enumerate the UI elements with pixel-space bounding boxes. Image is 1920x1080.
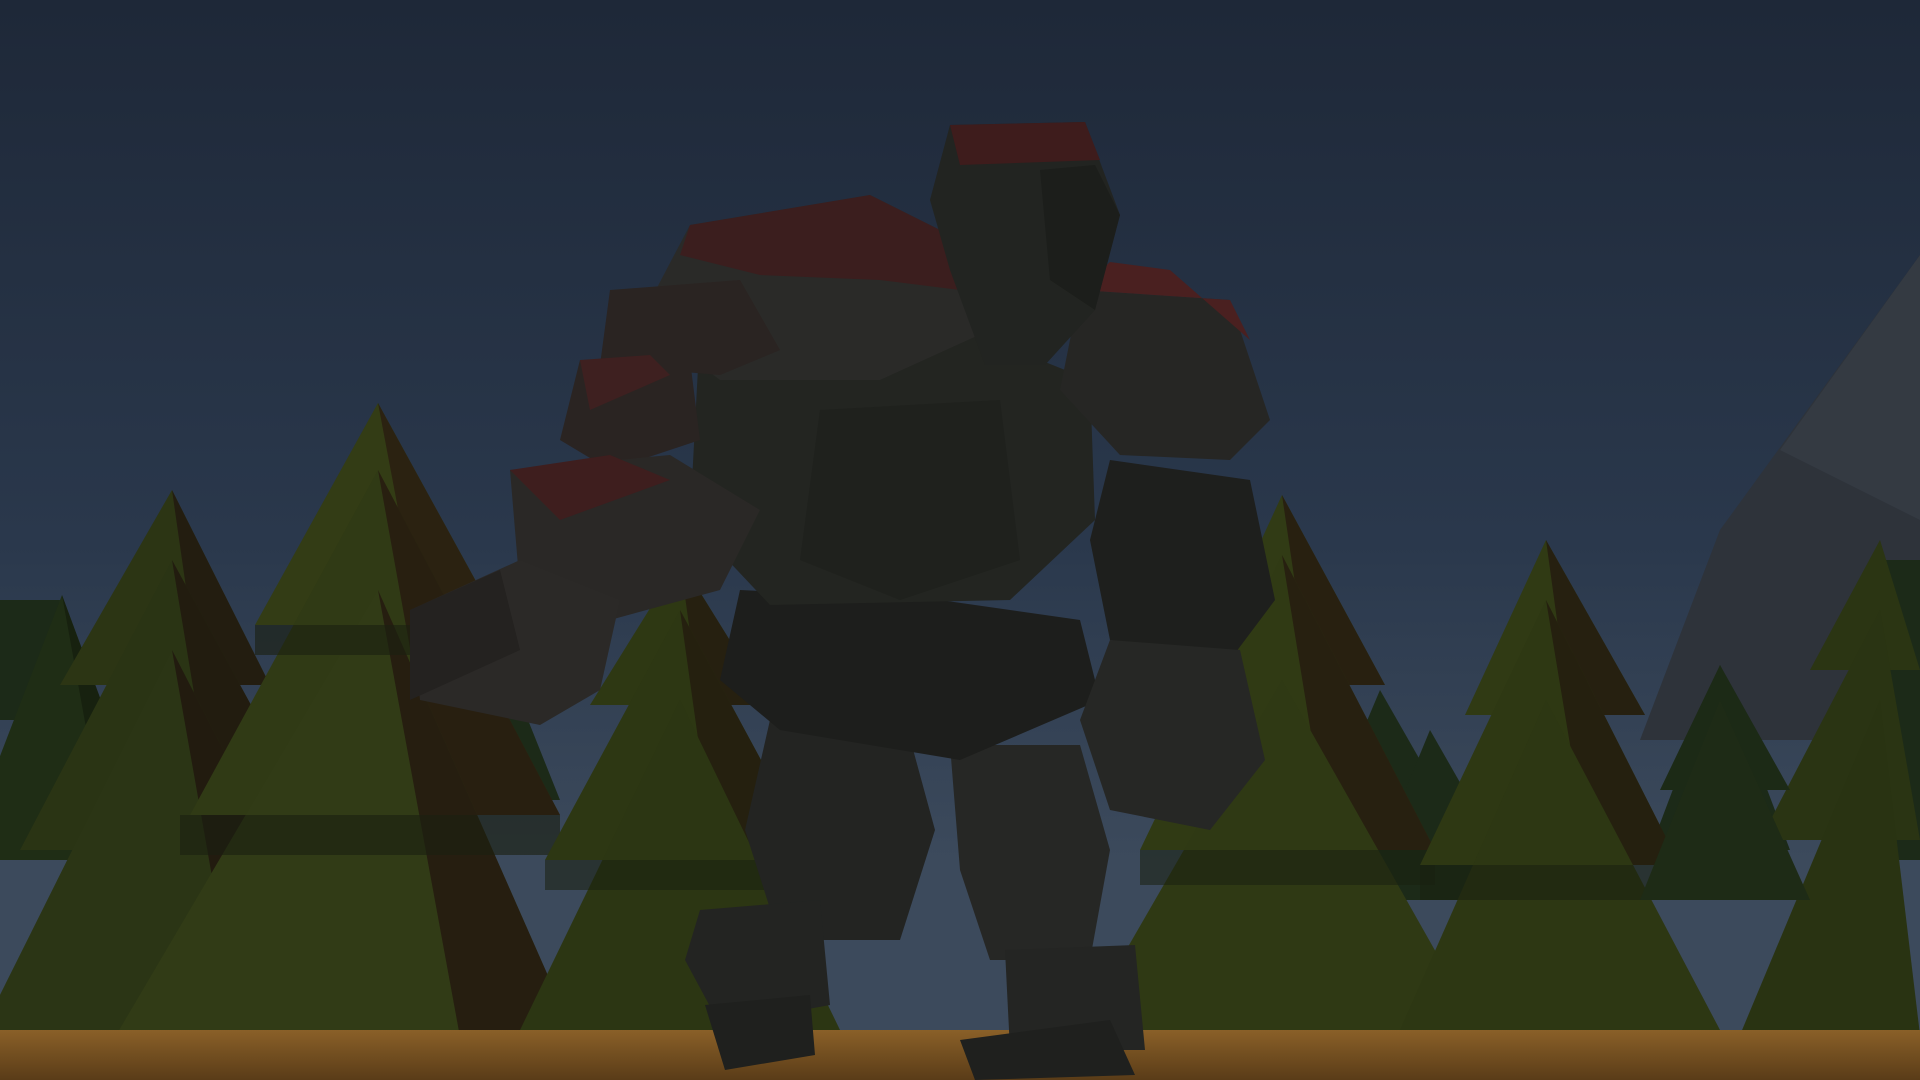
render-scene bbox=[0, 0, 1920, 1080]
scene-svg bbox=[0, 0, 1920, 1080]
ground bbox=[0, 1030, 1920, 1080]
